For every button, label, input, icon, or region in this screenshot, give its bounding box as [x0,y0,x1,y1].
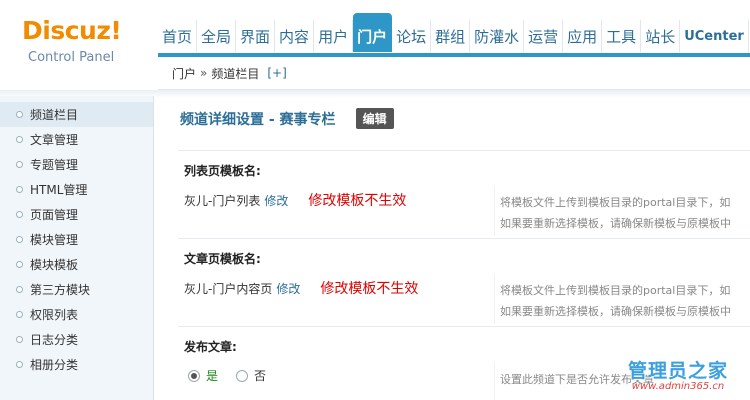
breadcrumb-add-button[interactable]: [+] [267,66,286,80]
divider [178,326,750,327]
list-template-tip: 将模板文件上传到模板目录的portal目录下，如 如果要重新选择模板，请确保新模… [500,192,750,234]
bullet-icon [16,161,23,168]
sidebar-item-blog-categories[interactable]: 日志分类 [0,327,153,352]
nav-item-content[interactable]: 内容 [275,20,315,52]
bullet-icon [16,311,23,318]
publish-heading: 发布文章: [184,340,237,354]
list-template-heading: 列表页模板名: [184,164,261,178]
tip-line: 如果要重新选择模板，请确保新模板与原模板中 [500,305,731,318]
sidebar-item-label: 日志分类 [30,333,79,347]
sidebar-item-html[interactable]: HTML管理 [0,177,153,202]
page-title: 频道详细设置 - 赛事专栏 [180,111,336,128]
top-nav: 首页 全局 界面 内容 用户 门户 论坛 群组 防灌水 运营 应用 工具 站长 … [158,0,750,58]
publish-yes-radio[interactable] [188,369,200,382]
sidebar-item-label: 模块管理 [30,233,79,247]
watermark-url: www.admin365.cn [631,381,725,392]
sidebar-item-label: 专题管理 [30,158,79,172]
bullet-icon [16,186,23,193]
nav-item-style[interactable]: 界面 [236,20,276,52]
nav-item-admin[interactable]: 站长 [641,20,681,52]
publish-radio-group: 是 否 [188,367,266,384]
bullet-icon [16,211,23,218]
bullet-icon [16,236,23,243]
article-template-value: 灰儿-门户内容页 [184,281,273,296]
nav-item-forum[interactable]: 论坛 [392,20,432,52]
nav-item-group[interactable]: 群组 [431,20,471,52]
sidebar-item-label: 频道栏目 [30,108,79,122]
breadcrumb-current: 频道栏目 [211,66,260,81]
divider [494,186,495,236]
bullet-icon [16,111,23,118]
edit-button[interactable]: 编辑 [355,108,394,129]
nav-item-antispam[interactable]: 防灌水 [470,20,525,52]
logo-subtitle: Control Panel [28,50,115,65]
sidebar-item-label: 页面管理 [30,208,79,222]
bullet-icon [16,336,23,343]
sidebar-item-third-party[interactable]: 第三方模块 [0,277,153,302]
list-template-warning: 修改模板不生效 [308,193,407,209]
divider [178,150,750,151]
list-template-modify-link[interactable]: 修改 [264,192,288,209]
sidebar-item-modules[interactable]: 模块管理 [0,227,153,252]
sidebar-item-topics[interactable]: 专题管理 [0,152,153,177]
sidebar-item-label: 第三方模块 [30,283,91,297]
divider [494,362,495,400]
article-template-tip: 将模板文件上传到模板目录的portal目录下，如 如果要重新选择模板，请确保新模… [500,280,750,322]
divider [494,274,495,324]
bullet-icon [16,286,23,293]
breadcrumb-root[interactable]: 门户 [172,65,196,82]
sidebar-item-pages[interactable]: 页面管理 [0,202,153,227]
sidebar-item-articles[interactable]: 文章管理 [0,127,153,152]
watermark-text: 管理员之家 [627,360,728,382]
tip-line: 如果要重新选择模板，请确保新模板与原模板中 [500,217,731,230]
sidebar-item-label: HTML管理 [30,183,88,197]
tip-line: 将模板文件上传到模板目录的portal目录下，如 [500,196,731,209]
bullet-icon [16,261,23,268]
publish-no-label[interactable]: 否 [254,367,266,384]
watermark: 管理员之家 www.admin365.cn [628,356,728,392]
publish-no-radio[interactable] [236,369,249,382]
divider [178,238,750,239]
list-template-row: 灰儿-门户列表 修改 修改模板不生效 [184,190,406,210]
nav-item-home[interactable]: 首页 [158,20,198,52]
article-template-modify-link[interactable]: 修改 [276,280,300,297]
bullet-icon [16,361,23,368]
sidebar-item-module-templates[interactable]: 模块模板 [0,252,153,277]
sidebar-item-permissions[interactable]: 权限列表 [0,302,153,327]
nav-item-user[interactable]: 用户 [314,20,354,52]
breadcrumb: 门户 » 频道栏目 [+] [158,57,750,90]
article-template-warning: 修改模板不生效 [320,281,419,297]
article-template-heading: 文章页模板名: [184,252,261,266]
sidebar-item-label: 文章管理 [30,133,79,147]
sidebar-item-label: 模块模板 [30,258,79,272]
tip-line: 将模板文件上传到模板目录的portal目录下，如 [500,284,731,297]
nav-item-global[interactable]: 全局 [197,20,237,52]
article-template-row: 灰儿-门户内容页 修改 修改模板不生效 [184,278,418,298]
breadcrumb-separator: » [200,66,208,80]
nav-item-operation[interactable]: 运营 [524,20,564,52]
sidebar-item-channel[interactable]: 频道栏目 [0,102,153,127]
sidebar-item-label: 相册分类 [30,358,79,372]
nav-item-ucenter[interactable]: UCenter [680,20,749,52]
main-content: 频道详细设置 - 赛事专栏 编辑 列表页模板名: 灰儿-门户列表 修改 修改模板… [168,100,750,400]
list-template-value: 灰儿-门户列表 [184,193,261,208]
logo-brand: Discuz! [22,16,122,45]
publish-yes-label[interactable]: 是 [206,367,218,384]
sidebar-item-album-categories[interactable]: 相册分类 [0,352,153,377]
nav-item-tools[interactable]: 工具 [602,20,642,52]
nav-item-apps[interactable]: 应用 [563,20,603,52]
logo: Discuz! Control Panel [0,0,158,65]
bullet-icon [16,136,23,143]
nav-item-portal[interactable]: 门户 [353,13,393,52]
sidebar: 频道栏目 文章管理 专题管理 HTML管理 页面管理 模块管理 模块模板 第三方… [0,96,154,400]
sidebar-item-label: 权限列表 [30,308,79,322]
